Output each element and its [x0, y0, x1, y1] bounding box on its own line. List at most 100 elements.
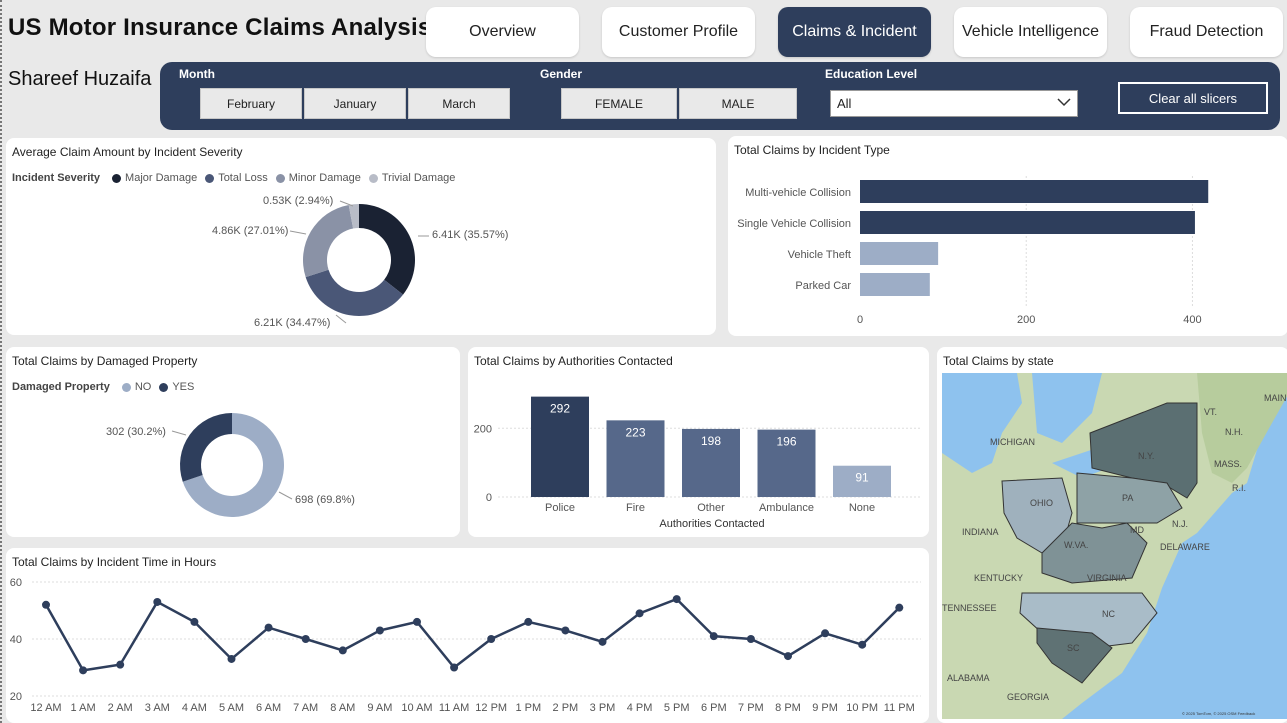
- category-label: Police: [545, 502, 575, 514]
- bar[interactable]: [860, 242, 939, 265]
- tab-customer-profile[interactable]: Customer Profile: [602, 7, 755, 57]
- data-point[interactable]: [301, 635, 310, 643]
- x-tick-label: 3 AM: [145, 702, 170, 714]
- x-tick-label: 5 PM: [664, 702, 690, 714]
- x-tick-label: 12 PM: [475, 702, 507, 714]
- x-tick-label: 6 PM: [701, 702, 727, 714]
- map-label-tennessee: TENNESSEE: [942, 603, 997, 613]
- donut-data-label: 6.21K (34.47%): [254, 317, 330, 329]
- data-point[interactable]: [338, 646, 347, 655]
- page-title: US Motor Insurance Claims Analysis: [8, 14, 432, 41]
- donut-data-label: 0.53K (2.94%): [263, 195, 333, 207]
- month-option-january[interactable]: January: [304, 88, 406, 119]
- data-point[interactable]: [784, 652, 792, 661]
- data-point[interactable]: [153, 597, 162, 606]
- gender-option-male[interactable]: MALE: [679, 88, 797, 119]
- donut-data-label: 4.86K (27.01%): [212, 225, 288, 237]
- leader-line: [335, 314, 347, 324]
- category-label: Multi-vehicle Collision: [745, 187, 851, 199]
- map-label-virginia: VIRGINIA: [1087, 573, 1127, 583]
- tab-overview[interactable]: Overview: [426, 7, 579, 57]
- map-label-mass: MASS.: [1214, 459, 1242, 469]
- data-point[interactable]: [746, 635, 755, 643]
- x-tick-label: 9 AM: [367, 702, 392, 714]
- tab-claims-incident[interactable]: Claims & Incident: [778, 7, 931, 57]
- category-label: Other: [697, 502, 725, 514]
- map-label-georgia: GEORGIA: [1007, 692, 1049, 702]
- data-point[interactable]: [190, 617, 199, 626]
- map-attribution: © 2025 TomTom, © 2025 OSM Feedback: [1182, 711, 1255, 716]
- x-tick-label: 10 AM: [401, 702, 432, 714]
- slicer-bar: Month February January March Gender FEMA…: [160, 62, 1280, 130]
- x-tick-label: 1 AM: [71, 702, 96, 714]
- donut-slice[interactable]: [180, 413, 232, 482]
- bar[interactable]: [860, 211, 1195, 234]
- x-tick-label: 7 AM: [293, 702, 318, 714]
- data-point[interactable]: [561, 626, 570, 635]
- map-label-nh: N.H.: [1225, 427, 1243, 437]
- donut-data-label: 302 (30.2%): [106, 426, 166, 438]
- donut-slice[interactable]: [303, 204, 354, 278]
- data-point[interactable]: [709, 632, 718, 641]
- state-map[interactable]: MICHIGAN OHIO INDIANA KENTUCKY TENNESSEE…: [942, 373, 1287, 719]
- month-option-february[interactable]: February: [200, 88, 302, 119]
- x-tick-label: 400: [1183, 314, 1201, 326]
- data-point[interactable]: [413, 617, 421, 626]
- data-point[interactable]: [635, 609, 644, 618]
- bar[interactable]: [860, 180, 1209, 203]
- donut-data-label: 6.41K (35.57%): [432, 229, 508, 241]
- data-point[interactable]: [375, 626, 384, 635]
- category-label: Fire: [626, 502, 645, 514]
- data-point[interactable]: [895, 603, 904, 612]
- authorities-bar-chart[interactable]: 0 200 292 Police 223 Fire 198 Other 196 Ambulance…: [468, 347, 929, 537]
- x-tick-label: 2 AM: [108, 702, 133, 714]
- tab-vehicle-intelligence[interactable]: Vehicle Intelligence: [954, 7, 1107, 57]
- incident-type-bar-chart[interactable]: 0 200 400 Multi-vehicle Collision Single Veh…: [728, 136, 1287, 336]
- bar-data-label: 91: [855, 471, 869, 485]
- data-point[interactable]: [79, 666, 88, 675]
- data-point[interactable]: [227, 654, 236, 663]
- bar-data-label: 196: [776, 435, 796, 449]
- gender-slicer-label: Gender: [540, 67, 583, 81]
- month-option-march[interactable]: March: [408, 88, 510, 119]
- bar-data-label: 198: [701, 434, 721, 448]
- data-point[interactable]: [598, 637, 607, 646]
- x-tick-label: 2 PM: [553, 702, 579, 714]
- tab-fraud-detection[interactable]: Fraud Detection: [1130, 7, 1283, 57]
- data-point[interactable]: [264, 623, 273, 632]
- author-name: Shareef Huzaifa: [8, 68, 152, 90]
- map-label-michigan: MICHIGAN: [990, 437, 1035, 447]
- education-dropdown[interactable]: All: [830, 90, 1078, 117]
- severity-donut-chart[interactable]: 6.41K (35.57%) 6.21K (34.47%) 4.86K (27.01…: [6, 138, 716, 335]
- bar-data-label: 292: [550, 402, 570, 416]
- gender-option-female[interactable]: FEMALE: [561, 88, 677, 119]
- damaged-property-donut-chart[interactable]: 698 (69.8%) 302 (30.2%): [6, 347, 460, 537]
- map-label-nc: NC: [1102, 609, 1115, 619]
- data-point[interactable]: [487, 635, 496, 643]
- data-point[interactable]: [821, 629, 830, 638]
- education-dropdown-value: All: [837, 96, 852, 111]
- data-point[interactable]: [116, 660, 125, 669]
- x-tick-label: 7 PM: [738, 702, 764, 714]
- severity-panel: Average Claim Amount by Incident Severit…: [6, 138, 716, 335]
- clear-slicers-button[interactable]: Clear all slicers: [1118, 82, 1268, 114]
- data-point[interactable]: [672, 595, 681, 604]
- damaged-property-panel: Total Claims by Damaged Property Damaged…: [6, 347, 460, 537]
- category-label: None: [849, 502, 875, 514]
- x-tick-label: 12 AM: [30, 702, 61, 714]
- x-tick-label: 9 PM: [812, 702, 838, 714]
- x-tick-label: 4 AM: [182, 702, 207, 714]
- data-point[interactable]: [524, 617, 533, 626]
- incident-time-panel: Total Claims by Incident Time in Hours 2…: [6, 548, 929, 723]
- category-label: Single Vehicle Collision: [737, 218, 851, 230]
- donut-slice[interactable]: [359, 204, 415, 295]
- incident-time-line-chart[interactable]: 20 40 60 12 AM 1 AM 2 AM 3 AM 4 AM 5 AM 6 AM 7 AM 8…: [6, 548, 929, 723]
- donut-data-label: 698 (69.8%): [295, 494, 355, 506]
- map-label-maine: MAINE: [1264, 393, 1287, 403]
- data-point[interactable]: [450, 663, 459, 672]
- bar[interactable]: [860, 273, 930, 296]
- leader-line: [289, 230, 307, 235]
- y-tick-label: 60: [10, 577, 22, 589]
- data-point[interactable]: [858, 640, 867, 649]
- data-point[interactable]: [42, 600, 50, 609]
